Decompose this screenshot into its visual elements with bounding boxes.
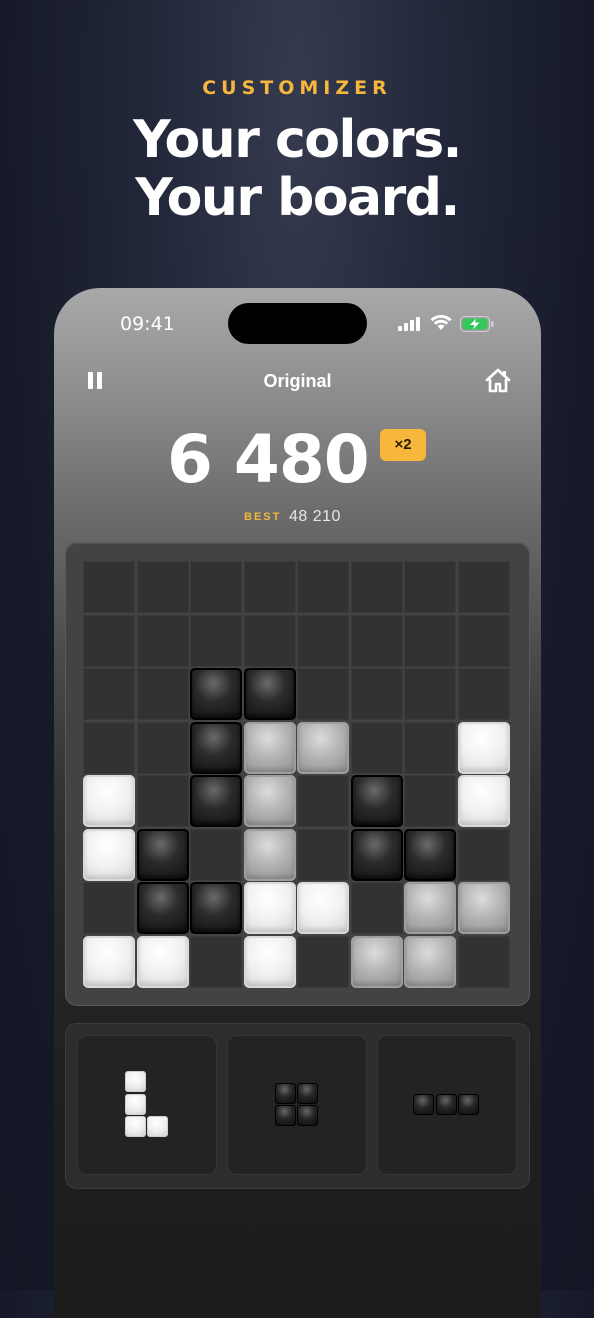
board-cell[interactable] — [404, 561, 456, 613]
piece-block — [124, 1116, 146, 1138]
board-cell[interactable] — [83, 721, 135, 774]
headline-line-1: Your colors. — [133, 110, 462, 170]
dark-block — [190, 882, 242, 934]
game-board[interactable] — [83, 561, 511, 989]
best-label: BEST — [244, 511, 282, 523]
board-cell[interactable] — [297, 561, 349, 613]
piece-block — [124, 1071, 146, 1093]
wifi-icon — [430, 315, 452, 330]
piece-block — [435, 1093, 457, 1115]
grey-block — [457, 882, 510, 934]
white-block — [243, 935, 296, 988]
board-cell[interactable] — [190, 561, 242, 613]
piece-block — [297, 1082, 318, 1104]
cellular-signal-icon — [398, 317, 420, 331]
piece-block — [124, 1093, 146, 1115]
piece-slot-2[interactable] — [227, 1035, 367, 1175]
white-block — [297, 882, 349, 934]
board-cell[interactable] — [404, 614, 456, 667]
board-cell[interactable] — [243, 614, 296, 667]
board-cell[interactable] — [350, 668, 403, 720]
board-cell[interactable] — [136, 561, 189, 613]
board-cell[interactable] — [190, 935, 242, 988]
eyebrow-label: CUSTOMIZER — [202, 77, 392, 99]
dark-block — [350, 775, 403, 827]
board-cell[interactable] — [350, 614, 403, 667]
score-value: 6 480 — [167, 421, 370, 498]
home-button[interactable] — [484, 368, 512, 394]
board-cell[interactable] — [457, 561, 510, 613]
dark-block — [190, 668, 242, 720]
piece-block — [147, 1116, 168, 1138]
board-cell[interactable] — [404, 721, 456, 774]
board-cell[interactable] — [297, 668, 349, 720]
white-block — [83, 775, 135, 827]
grey-block — [404, 935, 456, 988]
board-cell[interactable] — [404, 775, 456, 827]
board-cell[interactable] — [243, 561, 296, 613]
piece-slot-1[interactable] — [77, 1035, 217, 1175]
board-cell[interactable] — [190, 828, 242, 881]
board-cell[interactable] — [457, 828, 510, 881]
board-cell[interactable] — [457, 935, 510, 988]
piece-slot-3[interactable] — [377, 1035, 517, 1175]
board-cell[interactable] — [297, 775, 349, 827]
multiplier-badge: ×2 — [380, 429, 426, 461]
piece-block — [274, 1082, 296, 1104]
board-cell[interactable] — [190, 614, 242, 667]
dark-block — [136, 828, 189, 881]
board-cell[interactable] — [136, 614, 189, 667]
board-cell[interactable] — [297, 614, 349, 667]
status-time: 09:41 — [120, 313, 175, 335]
piece-block — [274, 1105, 296, 1126]
white-block — [457, 721, 510, 774]
board-cell[interactable] — [457, 614, 510, 667]
board-cell[interactable] — [404, 668, 456, 720]
white-block — [136, 935, 189, 988]
board-cell[interactable] — [136, 775, 189, 827]
dark-block — [350, 828, 403, 881]
board-cell[interactable] — [83, 561, 135, 613]
white-block — [83, 935, 135, 988]
grey-block — [243, 721, 296, 774]
white-block — [83, 828, 135, 881]
piece-block — [413, 1093, 435, 1115]
white-block — [457, 775, 510, 827]
grey-block — [243, 775, 296, 827]
board-cell[interactable] — [457, 668, 510, 720]
dark-block — [243, 668, 296, 720]
home-icon — [485, 368, 511, 393]
piece-block — [458, 1093, 480, 1115]
board-cell[interactable] — [350, 882, 403, 934]
board-cell[interactable] — [83, 882, 135, 934]
headline-line-2: Your board. — [135, 168, 460, 228]
dark-block — [190, 775, 242, 827]
board-cell[interactable] — [83, 668, 135, 720]
board-cell[interactable] — [350, 561, 403, 613]
board-cell[interactable] — [350, 721, 403, 774]
best-value: 48 210 — [289, 508, 341, 525]
piece-block — [297, 1105, 318, 1126]
phone-screen: 09:41 Original 6 480 ×2 BEST 48 210 — [54, 288, 541, 1318]
grey-block — [350, 935, 403, 988]
battery-charging-icon — [460, 316, 494, 332]
board-cell[interactable] — [83, 614, 135, 667]
board-cell[interactable] — [297, 935, 349, 988]
dynamic-island — [228, 303, 367, 344]
board-cell[interactable] — [136, 668, 189, 720]
dark-block — [404, 828, 456, 881]
dark-block — [190, 721, 242, 774]
mode-title: Original — [263, 371, 332, 391]
grey-block — [297, 721, 349, 774]
dark-block — [136, 882, 189, 934]
board-cell[interactable] — [136, 721, 189, 774]
grey-block — [404, 882, 456, 934]
grey-block — [243, 828, 296, 881]
board-cell[interactable] — [297, 828, 349, 881]
white-block — [243, 882, 296, 934]
